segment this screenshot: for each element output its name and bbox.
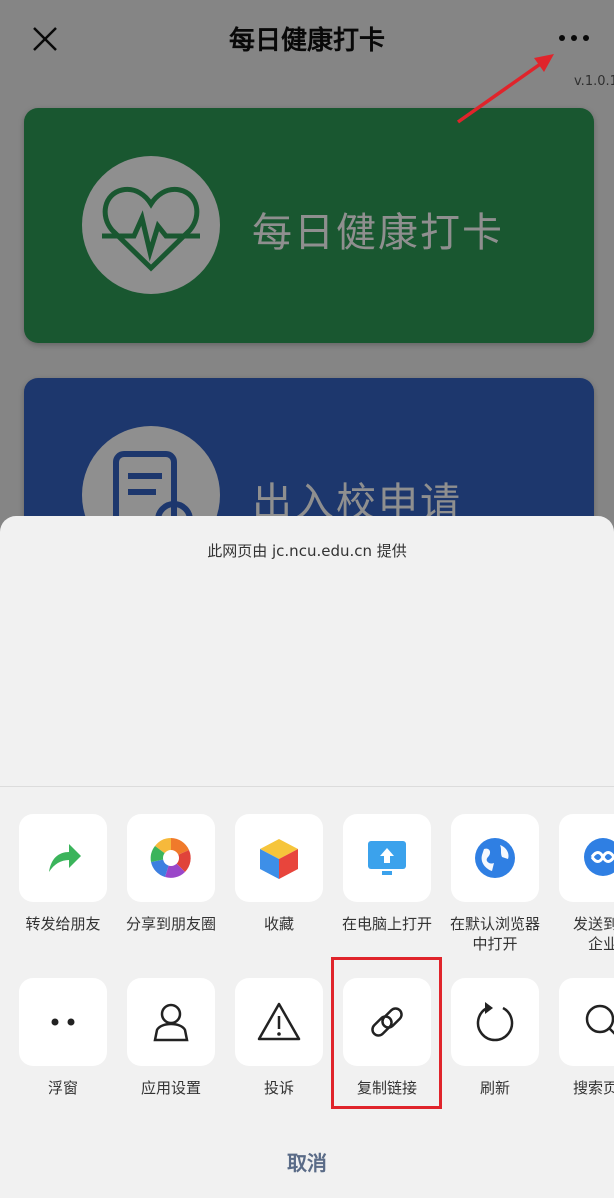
forward-icon [19,814,107,902]
warning-icon [235,978,323,1066]
cancel-button[interactable]: 取消 [0,1124,614,1198]
monitor-icon [343,814,431,902]
item-label: 浮窗 [47,1079,78,1097]
item-label: 投诉 [263,1079,294,1097]
share-sheet: 此网页由 jc.ncu.edu.cn 提供 转发给朋友 分享到朋友圈 收藏 在电… [0,516,614,1198]
floating-window-button[interactable]: 浮窗 [17,978,109,1098]
globe-icon [451,814,539,902]
provider-text: 此网页由 jc.ncu.edu.cn 提供 [207,542,407,560]
item-label: 转发给朋友 [25,915,101,933]
refresh-icon [451,978,539,1066]
search-page-button[interactable]: 搜索页面 [557,978,614,1098]
item-label: 发送到企 企业 [557,914,614,954]
share-row: 转发给朋友 分享到朋友圈 收藏 在电脑上打开 在默认浏览器 中打开 发送到 企业 [0,814,614,964]
item-label: 刷新 [479,1079,510,1097]
label-line-2: 企业 [587,935,614,953]
annotation-arrow-icon [456,54,554,124]
send-to-wecom-button[interactable]: 发送到企 企业 [557,814,614,954]
item-label: 分享到朋友圈 [125,915,216,933]
open-on-pc-button[interactable]: 在电脑上打开 [341,814,433,934]
app-settings-button[interactable]: 应用设置 [125,978,217,1098]
item-label: 收藏 [263,915,294,933]
favorite-button[interactable]: 收藏 [233,814,325,934]
item-label: 搜索页面 [572,1079,614,1097]
app-settings-icon [127,978,215,1066]
open-in-browser-button[interactable]: 在默认浏览器 中打开 [449,814,541,954]
label-line-2: 中打开 [472,935,518,953]
item-label: 在电脑上打开 [341,915,432,933]
moments-icon [127,814,215,902]
search-icon [559,978,614,1066]
label-line-1: 在默认浏览器 [449,915,540,933]
floating-window-icon [19,978,107,1066]
complain-button[interactable]: 投诉 [233,978,325,1098]
label-line-1: 发送到企 [572,915,614,933]
divider [0,786,614,787]
annotation-highlight-box [331,957,442,1109]
wecom-icon [559,814,614,902]
favorite-cube-icon [235,814,323,902]
item-label: 应用设置 [140,1079,201,1097]
share-to-moments-button[interactable]: 分享到朋友圈 [125,814,217,934]
forward-to-friend-button[interactable]: 转发给朋友 [17,814,109,934]
action-row: 浮窗 应用设置 投诉 复制链接 刷新 搜索页 [0,978,614,1128]
refresh-button[interactable]: 刷新 [449,978,541,1098]
item-label: 在默认浏览器 中打开 [449,914,541,954]
